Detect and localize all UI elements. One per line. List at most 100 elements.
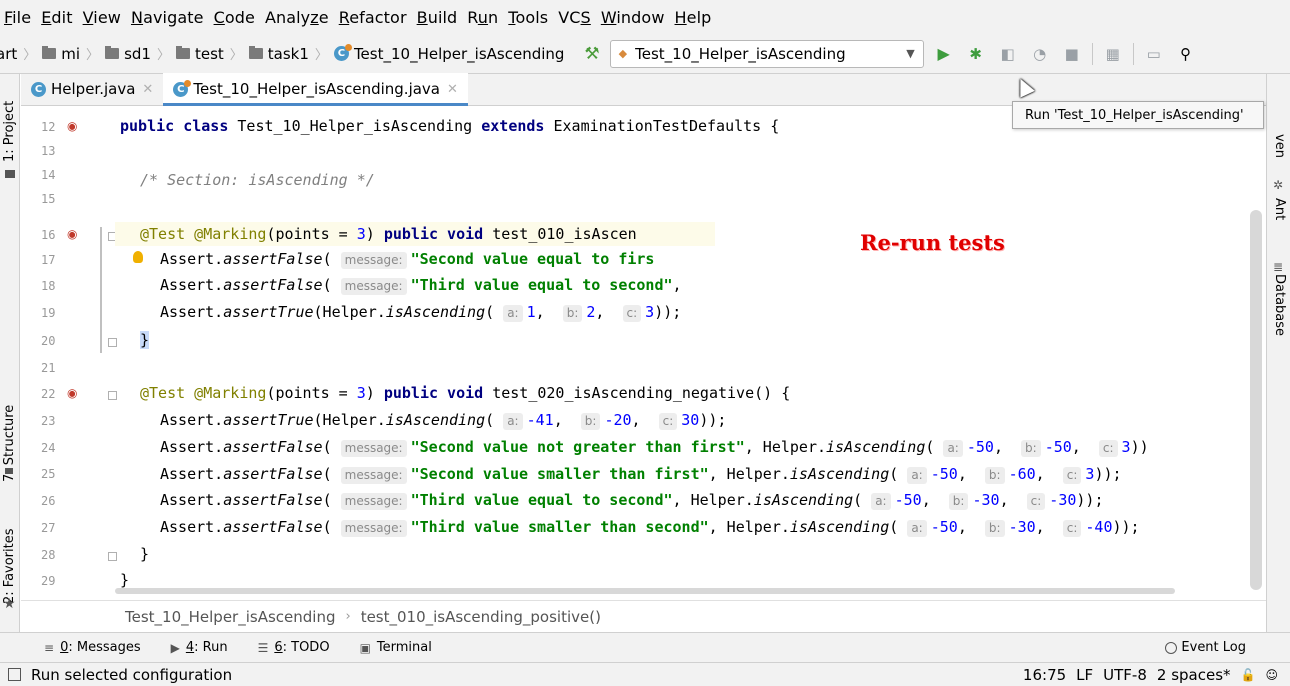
crumb-sd1[interactable]: sd1 — [124, 45, 151, 63]
menu-code[interactable]: Code — [214, 8, 255, 27]
toggle-tool-windows-icon[interactable] — [8, 668, 21, 681]
file-encoding[interactable]: UTF-8 — [1103, 666, 1147, 684]
code-line-23: Assert.assertTrue(Helper.isAscending( a:… — [160, 411, 727, 430]
breadcrumb-method[interactable]: test_010_isAscending_positive() — [361, 608, 601, 626]
todo-icon: ☰ — [257, 640, 269, 655]
folder-icon — [42, 46, 57, 59]
line-number: 29 — [41, 574, 56, 588]
menu-build[interactable]: Build — [417, 8, 458, 27]
tab-database[interactable]: Database — [1272, 274, 1287, 336]
run-configuration-label: Test_10_Helper_isAscending — [635, 44, 846, 63]
run-play-icon[interactable]: ▶ — [932, 42, 956, 66]
line-separator[interactable]: LF — [1076, 666, 1093, 684]
code-line-16: @Test @Marking(points = 3) public void t… — [115, 222, 715, 246]
tab-ant[interactable]: Ant — [1272, 198, 1287, 220]
tab-maven[interactable]: ven — [1272, 134, 1287, 158]
run-configuration-select[interactable]: ◆ Test_10_Helper_isAscending ▼ — [609, 39, 924, 68]
code-line-25: Assert.assertFalse( message: "Second valu… — [160, 465, 1122, 484]
chevron-right-icon: 〉 — [156, 48, 170, 63]
run-icon: ▶ — [170, 640, 180, 655]
crumb-test-class[interactable]: Test_10_Helper_isAscending — [354, 45, 564, 63]
tool-todo[interactable]: ☰ 6: TODO — [258, 640, 330, 655]
line-number: 17 — [41, 253, 56, 267]
menu-run[interactable]: Run — [467, 8, 498, 27]
breadcrumb-class[interactable]: Test_10_Helper_isAscending — [125, 608, 335, 626]
code-line-14: /* Section: isAscending */ — [140, 171, 375, 189]
menu-view[interactable]: View — [83, 8, 121, 27]
menu-tools[interactable]: Tools — [508, 8, 548, 27]
lightbulb-icon[interactable] — [133, 251, 143, 263]
database-icon: ≣ — [1273, 260, 1284, 274]
ant-icon: ✲ — [1273, 178, 1284, 192]
tool-messages[interactable]: ≡ 0: Messages — [44, 640, 141, 655]
build-hammer-icon[interactable]: ⚒ — [584, 44, 599, 64]
close-icon[interactable]: ✕ — [142, 82, 153, 97]
menu-bar: File Edit View Navigate Code Analyze Ref… — [0, 0, 1290, 34]
project-folder-icon — [5, 170, 15, 178]
folder-icon — [175, 46, 190, 59]
class-icon: C — [31, 81, 46, 97]
code-line-20: } — [140, 331, 150, 349]
status-bar: Run selected configuration 16:75 LF UTF-… — [0, 662, 1290, 686]
menu-file[interactable]: File — [4, 8, 31, 27]
tool-window-bar: ≡ 0: Messages ▶ 4: Run ☰ 6: TODO ▣ Terminal … — [0, 632, 1290, 662]
lock-icon[interactable]: 🔓 — [1241, 668, 1256, 682]
terminal-icon: ▣ — [359, 640, 371, 655]
line-number: 13 — [41, 144, 56, 158]
menu-refactor[interactable]: Refactor — [339, 8, 407, 27]
horizontal-scrollbar[interactable] — [115, 588, 1175, 594]
terminal-window-icon[interactable]: ▭ — [1142, 42, 1166, 66]
test-class-icon: C — [333, 44, 352, 61]
chevron-right-icon: 〉 — [23, 48, 37, 63]
chevron-right-icon: 〉 — [314, 48, 328, 63]
tool-terminal[interactable]: ▣ Terminal — [360, 640, 432, 655]
navigation-bar: art 〉 mi 〉 sd1 〉 test 〉 task1 〉 C Test_10_Help… — [0, 34, 1290, 74]
tab-test-class-java[interactable]: C Test_10_Helper_isAscending.java ✕ — [163, 73, 468, 106]
menu-vcs[interactable]: VCS — [558, 8, 591, 27]
star-icon: ★ — [3, 596, 16, 612]
menu-edit[interactable]: Edit — [41, 8, 72, 27]
caret-position[interactable]: 16:75 — [1023, 666, 1066, 684]
menu-analyze[interactable]: Analyze — [265, 8, 329, 27]
coverage-icon[interactable]: ◧ — [996, 42, 1020, 66]
event-log-button[interactable]: Event Log — [1165, 640, 1246, 655]
search-icon[interactable]: ⚲ — [1174, 42, 1198, 66]
inspector-icon[interactable]: ☺ — [1265, 668, 1278, 682]
code-line-22: @Test @Marking(points = 3) public void t… — [140, 384, 791, 402]
code-editor[interactable]: public class Test_10_Helper_isAscending … — [115, 107, 1266, 600]
debug-bug-icon[interactable]: ✱ — [964, 42, 988, 66]
tab-label: Test_10_Helper_isAscending.java — [193, 80, 441, 98]
line-number: 21 — [41, 361, 56, 375]
structure-icon — [5, 468, 13, 474]
profile-icon[interactable]: ◔ — [1028, 42, 1052, 66]
tool-run[interactable]: ▶ 4: Run — [171, 640, 228, 655]
run-test-gutter-icon[interactable]: ◉ — [67, 119, 77, 133]
tab-label: Helper.java — [51, 80, 136, 98]
indent-setting[interactable]: 2 spaces* — [1157, 666, 1231, 684]
line-number: 19 — [41, 306, 56, 320]
code-line-18: Assert.assertFalse( message: "Third value… — [160, 276, 682, 295]
menu-window[interactable]: Window — [601, 8, 665, 27]
crumb-art[interactable]: art — [0, 45, 17, 63]
run-tooltip: Run 'Test_10_Helper_isAscending' — [1012, 101, 1264, 129]
crumb-test[interactable]: test — [195, 45, 224, 63]
menu-navigate[interactable]: Navigate — [131, 8, 204, 27]
run-test-gutter-icon[interactable]: ◉ — [67, 386, 77, 400]
project-structure-icon[interactable]: ▦ — [1101, 42, 1125, 66]
messages-icon: ≡ — [44, 640, 55, 655]
editor-breadcrumb: Test_10_Helper_isAscending › test_010_is… — [21, 600, 1266, 632]
crumb-task1[interactable]: task1 — [268, 45, 309, 63]
event-log-icon — [1165, 641, 1178, 654]
crumb-mi[interactable]: mi — [61, 45, 80, 63]
status-message: Run selected configuration — [31, 665, 233, 684]
stop-icon[interactable]: ■ — [1060, 42, 1084, 66]
run-test-gutter-icon[interactable]: ◉ — [67, 227, 77, 241]
changed-lines-marker — [100, 227, 102, 353]
line-number: 26 — [41, 494, 56, 508]
line-number: 27 — [41, 521, 56, 535]
tab-helper-java[interactable]: C Helper.java ✕ — [21, 73, 163, 105]
close-icon[interactable]: ✕ — [447, 82, 458, 97]
menu-help[interactable]: Help — [675, 8, 712, 27]
line-number: 25 — [41, 467, 56, 481]
vertical-scrollbar[interactable] — [1250, 210, 1262, 590]
